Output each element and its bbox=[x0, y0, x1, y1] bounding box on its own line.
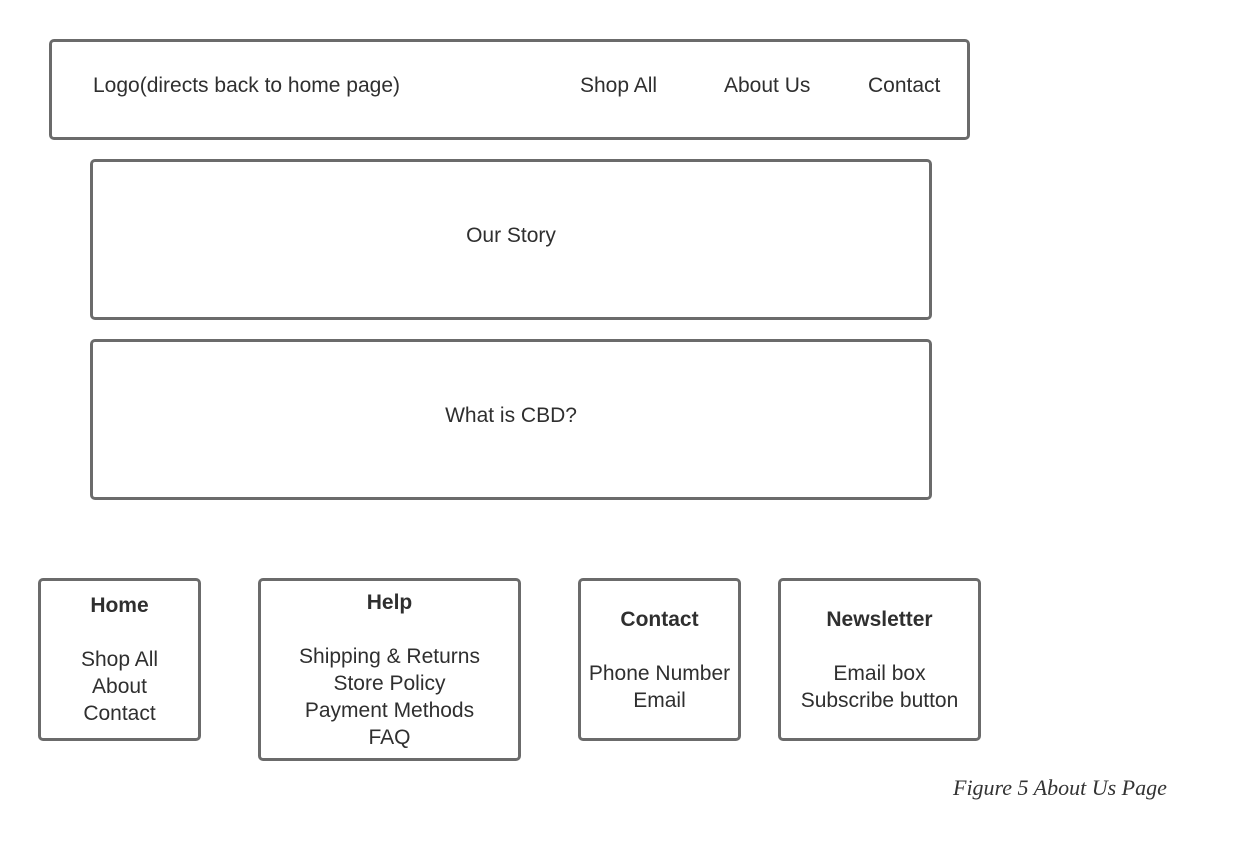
newsletter-subscribe-button[interactable]: Subscribe button bbox=[801, 687, 959, 714]
logo-link[interactable]: Logo(directs back to home page) bbox=[93, 73, 400, 99]
footer-link-faq[interactable]: FAQ bbox=[368, 724, 410, 751]
footer-email[interactable]: Email bbox=[633, 687, 686, 714]
footer-contact-title: Contact bbox=[620, 607, 699, 631]
footer-phone-number[interactable]: Phone Number bbox=[589, 660, 730, 687]
figure-caption: Figure 5 About Us Page bbox=[953, 775, 1167, 800]
nav-contact[interactable]: Contact bbox=[868, 73, 940, 99]
our-story-label: Our Story bbox=[466, 223, 556, 247]
footer-link-store-policy[interactable]: Store Policy bbox=[333, 670, 445, 697]
footer-newsletter-title: Newsletter bbox=[826, 607, 933, 631]
footer-link-about[interactable]: About bbox=[92, 673, 147, 700]
our-story-section: Our Story bbox=[90, 159, 932, 320]
footer-contact-box: Contact Phone Number Email bbox=[578, 578, 741, 741]
footer-home-box: Home Shop All About Contact bbox=[38, 578, 201, 741]
footer-newsletter-box: Newsletter Email box Subscribe button bbox=[778, 578, 981, 741]
footer-link-contact[interactable]: Contact bbox=[83, 700, 155, 727]
what-is-cbd-label: What is CBD? bbox=[445, 403, 577, 427]
what-is-cbd-section: What is CBD? bbox=[90, 339, 932, 500]
newsletter-email-box[interactable]: Email box bbox=[833, 660, 925, 687]
footer-link-shipping-returns[interactable]: Shipping & Returns bbox=[299, 643, 480, 670]
footer-link-shop-all[interactable]: Shop All bbox=[81, 646, 158, 673]
footer-help-title: Help bbox=[366, 590, 413, 614]
nav-about-us[interactable]: About Us bbox=[724, 73, 810, 99]
footer-link-payment-methods[interactable]: Payment Methods bbox=[305, 697, 474, 724]
footer-help-box: Help Shipping & Returns Store Policy Pay… bbox=[258, 578, 521, 761]
footer-home-title[interactable]: Home bbox=[90, 592, 148, 619]
nav-shop-all[interactable]: Shop All bbox=[580, 73, 657, 99]
